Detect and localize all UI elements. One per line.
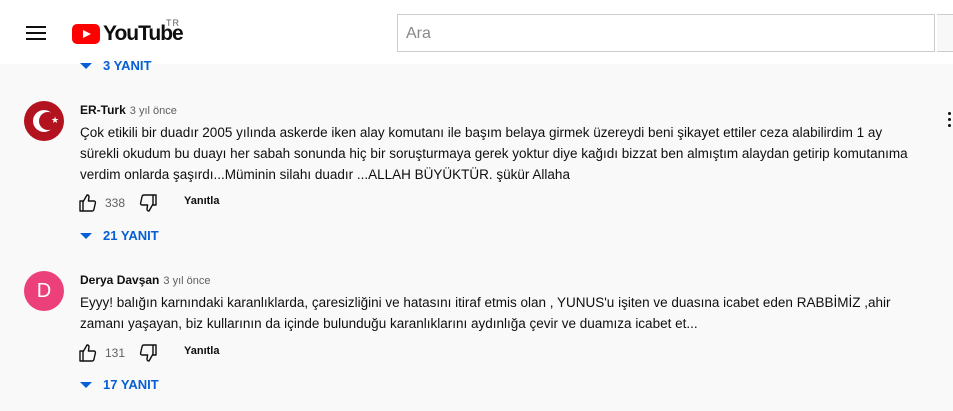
like-icon[interactable] (78, 343, 98, 363)
search-box (397, 14, 935, 52)
chevron-down-icon (80, 62, 92, 69)
comment-time[interactable]: 3 yıl önce (163, 275, 210, 287)
author-name[interactable]: Derya Davşan (80, 273, 159, 287)
like-icon[interactable] (78, 193, 98, 213)
comment-time[interactable]: 3 yıl önce (130, 105, 177, 117)
like-count: 131 (105, 346, 126, 360)
menu-icon[interactable] (26, 26, 46, 40)
top-header: YouTube TR (0, 0, 953, 64)
dislike-icon[interactable] (138, 343, 158, 363)
search-input[interactable] (404, 23, 928, 45)
reply-button[interactable]: Yanıtla (184, 195, 219, 207)
dislike-icon[interactable] (138, 193, 158, 213)
replies-label: 3 YANIT (103, 58, 152, 73)
search-button[interactable] (937, 14, 953, 52)
like-count: 338 (105, 196, 126, 210)
region-code: TR (166, 18, 180, 28)
comment-author[interactable]: ER-Turk 3 yıl önce (80, 103, 177, 117)
youtube-play-icon (72, 24, 100, 44)
avatar[interactable]: ★ (24, 101, 64, 141)
view-replies-button[interactable]: 17 YANIT (80, 377, 159, 399)
more-options-icon[interactable] (948, 112, 952, 130)
comment-text: Çok etikili bir duadır 2005 yılında aske… (80, 125, 908, 182)
chevron-down-icon (80, 232, 92, 239)
replies-label: 21 YANIT (103, 228, 159, 243)
chevron-down-icon (80, 381, 92, 388)
avatar[interactable]: D (24, 271, 64, 311)
comment-text: Eyyy! balığın karnındaki karanlıklarda, … (80, 295, 891, 331)
author-name[interactable]: ER-Turk (80, 103, 126, 117)
comment-author[interactable]: Derya Davşan 3 yıl önce (80, 273, 210, 287)
star-icon: ★ (51, 115, 60, 125)
replies-label: 17 YANIT (103, 377, 159, 392)
view-replies-button[interactable]: 3 YANIT (80, 58, 151, 80)
view-replies-button[interactable]: 21 YANIT (80, 228, 159, 250)
reply-button[interactable]: Yanıtla (184, 345, 219, 357)
